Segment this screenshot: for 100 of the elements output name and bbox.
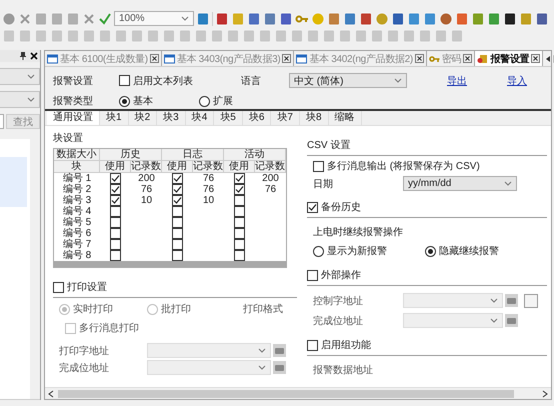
export-link[interactable]: 导出	[447, 74, 467, 88]
scrollbar[interactable]	[30, 139, 40, 399]
dropdown[interactable]: yy/mm/dd	[403, 176, 517, 191]
table-cell: 76	[264, 184, 276, 195]
delete-icon[interactable]	[82, 12, 96, 26]
dropdown[interactable]: 中文 (简体)	[289, 73, 407, 88]
caret-icon	[490, 318, 498, 324]
close-icon[interactable]	[30, 52, 38, 60]
checkbox[interactable]	[172, 250, 183, 261]
section-title: 块设置	[53, 132, 84, 145]
column-header: 记录数	[131, 161, 162, 172]
checkbox[interactable]	[172, 217, 183, 228]
radio-button[interactable]	[59, 304, 70, 314]
address-picker-button[interactable]	[273, 361, 286, 374]
checkbox[interactable]	[307, 270, 318, 280]
table-cell: 编号 5	[62, 217, 92, 228]
section-tab[interactable]: 块5	[214, 111, 243, 125]
checkbox[interactable]	[172, 228, 183, 239]
address-picker-button[interactable]	[505, 314, 518, 327]
checkbox-label: 外部操作	[321, 268, 361, 282]
checkbox[interactable]	[110, 217, 121, 228]
checkbox[interactable]	[234, 173, 245, 184]
checkbox[interactable]	[172, 195, 183, 206]
field-label: 完成位地址	[59, 362, 110, 374]
caret-icon	[394, 78, 402, 84]
table-cell: 76	[202, 173, 214, 184]
section-tab[interactable]: 块7	[271, 111, 300, 125]
screen-icon	[164, 54, 175, 64]
checkbox[interactable]	[234, 195, 245, 206]
radio-button[interactable]	[313, 246, 324, 256]
checkbox[interactable]	[110, 195, 121, 206]
section-tab[interactable]: 块2	[128, 111, 158, 125]
checkbox[interactable]	[110, 250, 121, 261]
checkbox[interactable]	[110, 184, 121, 195]
horizontal-scrollbar[interactable]	[45, 387, 551, 399]
checkbox-label: 多行消息输出 (将报警保存为 CSV)	[327, 160, 480, 173]
close-icon[interactable]	[282, 54, 292, 63]
checkbox[interactable]	[234, 250, 245, 261]
section-tab[interactable]: 块6	[242, 111, 272, 125]
section-tab[interactable]: 块8	[300, 111, 328, 125]
checkbox[interactable]	[110, 206, 121, 217]
checkbox[interactable]	[110, 239, 121, 250]
checkbox[interactable]	[119, 75, 130, 86]
field-label: 控制字地址	[313, 294, 364, 308]
column-group-header: 活动	[224, 149, 286, 160]
option-button[interactable]	[524, 294, 538, 308]
dropdown[interactable]	[0, 68, 40, 85]
column-header: 块	[54, 161, 100, 172]
close-icon[interactable]	[463, 54, 472, 63]
dropdown[interactable]	[0, 91, 40, 108]
checkbox[interactable]	[172, 173, 183, 184]
zoom-dropdown[interactable]: 100%	[114, 11, 194, 26]
column-header: 记录数	[193, 161, 224, 172]
section-tab[interactable]: 缩略	[328, 111, 362, 125]
checkbox[interactable]	[53, 282, 64, 292]
column-group-header: 日志	[162, 149, 224, 160]
radio-button[interactable]	[147, 304, 158, 314]
pin-icon[interactable]	[19, 51, 27, 61]
radio-label: 基本	[133, 94, 153, 108]
checkbox-label: 打印设置	[67, 280, 107, 294]
import-link[interactable]: 导入	[507, 74, 527, 88]
section-tab[interactable]: 块3	[157, 111, 186, 125]
radio-label: 实时打印	[73, 302, 113, 316]
section-tab[interactable]: 块1	[100, 111, 129, 125]
field-label: 语言	[241, 74, 262, 88]
radio-button[interactable]	[425, 246, 436, 256]
screen-icon	[296, 54, 308, 64]
radio-label: 批打印	[161, 302, 191, 316]
checkbox[interactable]	[234, 239, 245, 250]
checkbox[interactable]	[110, 228, 121, 239]
checkbox[interactable]	[65, 322, 76, 334]
close-icon[interactable]	[531, 54, 540, 63]
checkbox[interactable]	[234, 228, 245, 239]
section-tab[interactable]: 通用设置	[47, 111, 100, 125]
checkbox[interactable]	[172, 206, 183, 217]
checkbox[interactable]	[307, 340, 318, 350]
address-picker-button[interactable]	[505, 294, 518, 307]
checkbox[interactable]	[172, 184, 183, 195]
check-icon[interactable]	[98, 12, 112, 26]
checkbox[interactable]	[110, 173, 121, 184]
checkbox[interactable]	[234, 217, 245, 228]
checkbox[interactable]	[307, 202, 318, 212]
checkbox[interactable]	[172, 239, 183, 250]
column-header: 使用	[162, 161, 193, 172]
close-icon[interactable]	[150, 54, 159, 63]
column-group-header: 数据大小	[54, 149, 100, 160]
close-icon[interactable]	[414, 54, 424, 63]
radio-button[interactable]	[199, 96, 210, 106]
field-label: 打印字地址	[59, 344, 110, 358]
radio-button[interactable]	[119, 96, 130, 106]
checkbox[interactable]	[313, 160, 324, 172]
table-cell: 76	[140, 184, 152, 195]
checkbox-label: 备份历史	[321, 200, 361, 214]
search-field[interactable]	[0, 114, 4, 129]
checkbox[interactable]	[234, 184, 245, 195]
checkbox[interactable]	[234, 206, 245, 217]
address-picker-button[interactable]	[273, 344, 286, 357]
table-cell: 编号 4	[62, 206, 92, 217]
section-tab[interactable]: 块4	[186, 111, 214, 125]
document-tab[interactable]: 报警设置	[475, 51, 544, 66]
